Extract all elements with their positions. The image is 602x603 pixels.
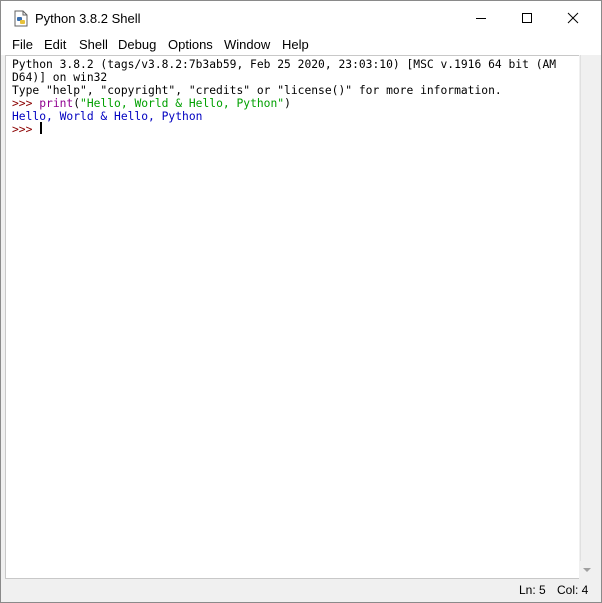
menu-edit[interactable]: Edit: [44, 37, 66, 52]
window-title: Python 3.8.2 Shell: [35, 11, 141, 26]
text-cursor: [40, 122, 42, 134]
status-line-number: Ln: 5: [519, 583, 546, 597]
menu-shell[interactable]: Shell: [79, 37, 108, 52]
shell-prompt-current: >>>: [12, 123, 40, 136]
shell-text-area[interactable]: Python 3.8.2 (tags/v3.8.2:7b3ab59, Feb 2…: [5, 55, 580, 579]
python-idle-icon[interactable]: [13, 10, 29, 27]
menu-window[interactable]: Window: [224, 37, 270, 52]
menu-file[interactable]: File: [12, 37, 33, 52]
maximize-button[interactable]: [504, 1, 550, 35]
menu-help[interactable]: Help: [282, 37, 309, 52]
close-button[interactable]: [550, 1, 596, 35]
vertical-scrollbar[interactable]: [579, 55, 596, 579]
banner-line-3: Type "help", "copyright", "credits" or "…: [12, 84, 502, 97]
string-literal: "Hello, World & Hello, Python": [80, 97, 285, 110]
shell-prompt: >>>: [12, 97, 40, 110]
builtin-print: print: [39, 97, 74, 110]
minimize-button[interactable]: [458, 1, 504, 35]
close-paren: ): [284, 97, 291, 110]
banner-line-2: D64)] on win32: [12, 71, 108, 84]
menu-debug[interactable]: Debug: [118, 37, 156, 52]
command-line: >>> print("Hello, World & Hello, Python"…: [12, 97, 291, 110]
scroll-down-arrow-icon[interactable]: [583, 568, 591, 572]
close-icon: [567, 12, 579, 24]
menu-bar: File Edit Shell Debug Options Window Hel…: [1, 35, 601, 55]
minimize-icon: [476, 18, 486, 19]
banner-line-1: Python 3.8.2 (tags/v3.8.2:7b3ab59, Feb 2…: [12, 58, 557, 71]
idle-shell-window: Python 3.8.2 Shell File Edit Shell Debug…: [0, 0, 602, 603]
maximize-icon: [522, 13, 532, 23]
status-column-number: Col: 4: [557, 583, 589, 597]
title-bar[interactable]: Python 3.8.2 Shell: [1, 1, 601, 35]
scrollbar-thumb[interactable]: [580, 55, 596, 561]
menu-options[interactable]: Options: [168, 37, 213, 52]
status-bar: Ln: 5 Col: 4: [1, 579, 601, 601]
